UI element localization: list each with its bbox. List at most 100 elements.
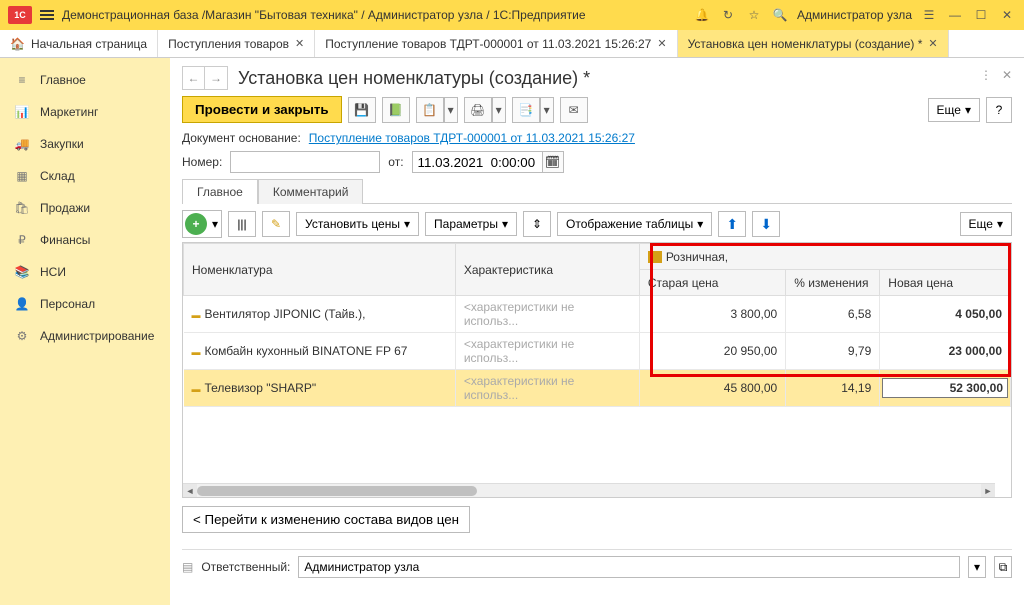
number-input[interactable] — [230, 151, 380, 173]
print-button[interactable]: 🖨 — [464, 97, 492, 123]
number-label: Номер: — [182, 155, 222, 169]
bell-icon[interactable]: 🔔 — [693, 6, 711, 24]
table-row[interactable]: ▬Телевизор "SHARP" <характеристики не ис… — [184, 370, 1011, 407]
gear-icon: ⚙ — [14, 328, 30, 344]
responsible-input[interactable]: Администратор узла — [298, 556, 960, 578]
barcode-button[interactable]: ||| — [228, 211, 256, 237]
settings-icon[interactable]: ☰ — [920, 6, 938, 24]
cell-pct: 14,19 — [786, 370, 880, 407]
calendar-icon[interactable]: 🗓 — [542, 151, 564, 173]
chevron-down-icon[interactable]: ▾ — [540, 97, 554, 123]
date-input[interactable] — [412, 151, 542, 173]
post-button[interactable]: 📗 — [382, 97, 410, 123]
basis-button[interactable]: 📋 — [416, 97, 444, 123]
sidebar-item-personnel[interactable]: 👤Персонал — [0, 288, 170, 320]
expand-button[interactable]: ⇕ — [523, 211, 551, 237]
sidebar-item-sales[interactable]: 🛍Продажи — [0, 192, 170, 224]
purchases-icon: 🚚 — [14, 136, 30, 152]
tab-price-setup[interactable]: Установка цен номенклатуры (создание) * … — [678, 30, 949, 57]
cell-nom: Телевизор "SHARP" — [205, 381, 317, 395]
sidebar-item-main[interactable]: ≡Главное — [0, 64, 170, 96]
search-icon[interactable]: 🔍 — [771, 6, 789, 24]
col-old-price[interactable]: Старая цена — [639, 270, 785, 296]
cell-new[interactable]: 4 050,00 — [880, 296, 1011, 333]
sidebar-item-label: Администрирование — [40, 329, 154, 343]
save-button[interactable]: 💾 — [348, 97, 376, 123]
more-table-button[interactable]: Еще▾ — [960, 212, 1012, 236]
minimize-icon[interactable]: — — [946, 6, 964, 24]
warehouse-icon: ▦ — [14, 168, 30, 184]
col-group-retail: Розничная, — [639, 244, 1010, 270]
chevron-down-icon[interactable]: ▾ — [968, 556, 986, 578]
star-icon[interactable]: ☆ — [745, 6, 763, 24]
close-window-icon[interactable]: ✕ — [998, 6, 1016, 24]
doc-tab-main[interactable]: Главное — [182, 179, 258, 204]
mail-button[interactable]: ✉ — [560, 97, 588, 123]
close-icon[interactable]: ✕ — [928, 37, 937, 50]
sidebar-item-label: Персонал — [40, 297, 95, 311]
responsible-value: Администратор узла — [304, 560, 419, 574]
cell-nom: Комбайн кухонный BINATONE FP 67 — [205, 344, 408, 358]
set-prices-button[interactable]: Установить цены▾ — [296, 212, 419, 236]
params-button[interactable]: Параметры▾ — [425, 212, 517, 236]
table-row[interactable]: ▬Вентилятор JIPONIC (Тайв.), <характерис… — [184, 296, 1011, 333]
menu-icon[interactable] — [40, 10, 54, 20]
user-name[interactable]: Администратор узла — [797, 8, 912, 22]
col-nomenclature[interactable]: Номенклатура — [184, 244, 456, 296]
sidebar-item-finance[interactable]: ₽Финансы — [0, 224, 170, 256]
sidebar-item-admin[interactable]: ⚙ Администрирование — [0, 320, 170, 352]
help-button[interactable]: ? — [986, 97, 1012, 123]
add-button[interactable]: + — [185, 213, 207, 235]
item-icon: ▬ — [192, 347, 201, 357]
col-percent[interactable]: % изменения — [786, 270, 880, 296]
maximize-icon[interactable]: ☐ — [972, 6, 990, 24]
tab-receipt-doc[interactable]: Поступление товаров ТДРТ-000001 от 11.03… — [315, 30, 677, 57]
close-icon[interactable]: ✕ — [657, 37, 666, 50]
post-close-button[interactable]: Провести и закрыть — [182, 96, 342, 123]
col-new-price[interactable]: Новая цена — [880, 270, 1011, 296]
cell-new[interactable]: 23 000,00 — [880, 333, 1011, 370]
history-icon[interactable]: ↻ — [719, 6, 737, 24]
app-title: Демонстрационная база /Магазин "Бытовая … — [62, 8, 685, 22]
table-container: Номенклатура Характеристика Розничная, С… — [182, 242, 1012, 498]
change-composition-button[interactable]: < Перейти к изменению состава видов цен — [182, 506, 470, 533]
options-icon[interactable]: ⋮ — [980, 68, 992, 82]
chevron-down-icon[interactable]: ▾ — [444, 97, 458, 123]
nav-back[interactable]: ← — [183, 67, 205, 89]
page-title: Установка цен номенклатуры (создание) * — [238, 68, 590, 89]
basis-link[interactable]: Поступление товаров ТДРТ-000001 от 11.03… — [309, 131, 635, 145]
marketing-icon: 📊 — [14, 104, 30, 120]
nsi-icon: 📚 — [14, 264, 30, 280]
display-button[interactable]: Отображение таблицы▾ — [557, 212, 712, 236]
edit-button[interactable]: ✎ — [262, 211, 290, 237]
sidebar-item-warehouse[interactable]: ▦Склад — [0, 160, 170, 192]
cell-new-edit[interactable]: 52 300,00 — [882, 378, 1008, 398]
tab-home[interactable]: 🏠 Начальная страница — [0, 30, 158, 57]
from-label: от: — [388, 155, 403, 169]
sidebar-item-label: Маркетинг — [40, 105, 98, 119]
scroll-thumb[interactable] — [197, 486, 477, 496]
cell-old: 3 800,00 — [639, 296, 785, 333]
more-button[interactable]: Еще▾ — [928, 98, 980, 122]
sidebar-item-nsi[interactable]: 📚НСИ — [0, 256, 170, 288]
nav-forward[interactable]: → — [205, 67, 227, 89]
scroll-right-icon[interactable]: ► — [981, 484, 995, 498]
doc-tab-comment[interactable]: Комментарий — [258, 179, 364, 204]
chevron-down-icon[interactable]: ▾ — [492, 97, 506, 123]
titlebar: 1C Демонстрационная база /Магазин "Бытов… — [0, 0, 1024, 30]
report-button[interactable]: 📑 — [512, 97, 540, 123]
move-up-button[interactable]: ⬆ — [718, 211, 746, 237]
sidebar-item-purchases[interactable]: 🚚Закупки — [0, 128, 170, 160]
close-icon[interactable]: ✕ — [1002, 68, 1012, 82]
table-row[interactable]: ▬Комбайн кухонный BINATONE FP 67 <характ… — [184, 333, 1011, 370]
sidebar-item-marketing[interactable]: 📊 Маркетинг — [0, 96, 170, 128]
tab-receipts[interactable]: Поступления товаров ✕ — [158, 30, 315, 57]
col-characteristic[interactable]: Характеристика — [455, 244, 639, 296]
horizontal-scrollbar[interactable]: ◄ ► — [183, 483, 995, 497]
scroll-left-icon[interactable]: ◄ — [183, 484, 197, 498]
close-icon[interactable]: ✕ — [295, 37, 304, 50]
open-ref-icon[interactable]: ⧉ — [994, 556, 1012, 578]
sidebar-item-label: Главное — [40, 73, 86, 87]
move-down-button[interactable]: ⬇ — [752, 211, 780, 237]
app-logo: 1C — [8, 6, 32, 24]
